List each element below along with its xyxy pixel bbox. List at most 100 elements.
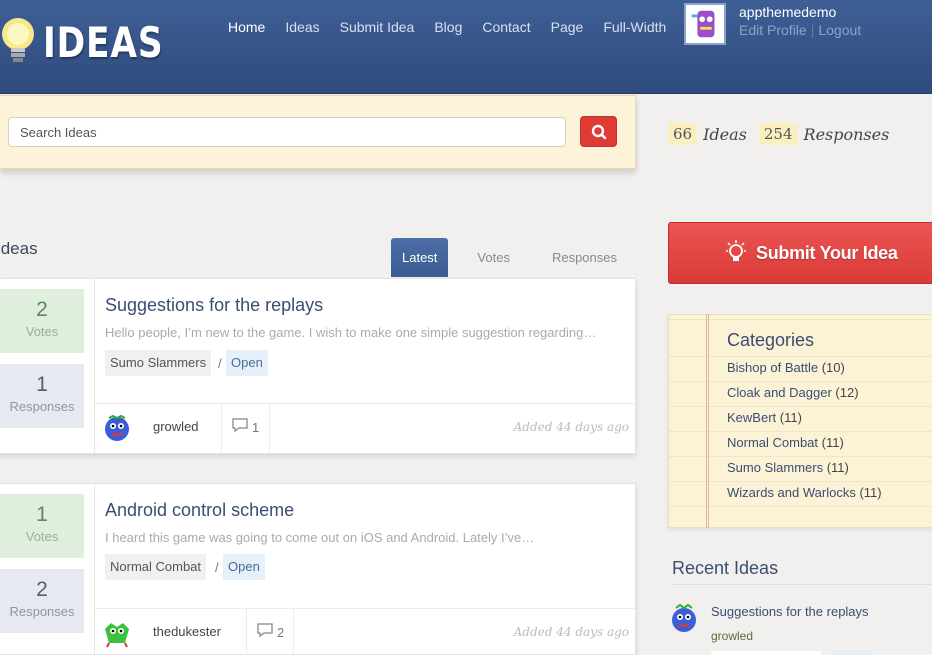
idea-title[interactable]: Android control scheme xyxy=(105,500,294,521)
idea-card: 1 Votes 2 Responses Android control sche… xyxy=(0,483,636,655)
category-count: (10) xyxy=(821,360,845,375)
idea-excerpt: I heard this game was going to come out … xyxy=(105,530,535,545)
category-item[interactable]: Normal Combat (11) xyxy=(727,435,882,460)
idea-footer: growled 1 Added 44 days ago xyxy=(95,403,635,453)
vote-count: 2 xyxy=(36,298,48,321)
category-item[interactable]: Cloak and Dagger (12) xyxy=(727,385,882,410)
username[interactable]: appthemedemo xyxy=(739,4,836,20)
added-date: Added 44 days ago xyxy=(513,420,629,434)
response-label: Responses xyxy=(9,604,75,619)
vote-label: Votes xyxy=(25,529,59,544)
category-count: (11) xyxy=(859,485,882,500)
search-icon xyxy=(591,124,607,140)
search-input[interactable] xyxy=(8,117,566,147)
site-logo[interactable]: IDEAS xyxy=(43,18,163,67)
footer-divider xyxy=(221,404,222,453)
response-label: Responses xyxy=(9,399,75,414)
categories-list: Bishop of Battle (10) Cloak and Dagger (… xyxy=(727,360,882,510)
search-button[interactable] xyxy=(580,116,617,147)
tag-separator: / xyxy=(215,560,219,575)
nav-home[interactable]: Home xyxy=(228,18,265,36)
nav-submit-idea[interactable]: Submit Idea xyxy=(340,18,415,36)
category-tag[interactable]: Sumo Slammers xyxy=(105,350,212,376)
nav-page[interactable]: Page xyxy=(551,18,584,36)
nav-blog[interactable]: Blog xyxy=(434,18,462,36)
submit-idea-label[interactable]: Submit Your Idea xyxy=(756,243,898,264)
vote-count: 1 xyxy=(36,503,48,526)
comment-count[interactable]: 1 xyxy=(252,420,259,435)
idea-card: 2 Votes 1 Responses Suggestions for the … xyxy=(0,278,636,454)
edit-profile-link[interactable]: Edit Profile xyxy=(739,22,807,38)
comment-icon xyxy=(257,623,273,638)
ideas-count-label: Ideas xyxy=(703,124,747,144)
response-count: 1 xyxy=(36,373,48,396)
idea-title[interactable]: Suggestions for the replays xyxy=(105,295,323,316)
recent-idea-author[interactable]: growled xyxy=(711,629,753,643)
site-stats: 66 Ideas 254 Responses xyxy=(668,123,901,145)
link-separator: | xyxy=(810,22,815,38)
search-bar xyxy=(0,95,636,169)
main-nav: Home Ideas Submit Idea Blog Contact Page… xyxy=(228,18,686,36)
status-tag[interactable]: Open xyxy=(223,554,265,580)
category-count: (12) xyxy=(835,385,859,400)
responses-count: 254 xyxy=(758,123,798,145)
category-name[interactable]: Normal Combat xyxy=(727,435,818,450)
vote-box[interactable]: 1 Votes xyxy=(0,494,84,558)
recent-author-avatar[interactable] xyxy=(668,601,700,635)
categories-title: Categories xyxy=(727,330,815,350)
response-box: 1 Responses xyxy=(0,364,84,428)
status-tag[interactable]: Open xyxy=(226,350,268,376)
tab-latest[interactable]: Latest xyxy=(391,238,449,277)
user-avatar[interactable] xyxy=(684,3,726,45)
category-item[interactable]: Sumo Slammers (11) xyxy=(727,460,882,485)
tag-separator: / xyxy=(218,356,222,371)
response-count: 2 xyxy=(36,578,48,601)
category-name[interactable]: Cloak and Dagger xyxy=(727,385,832,400)
category-name[interactable]: Sumo Slammers xyxy=(727,460,823,475)
author-avatar[interactable] xyxy=(101,412,133,444)
notepad-margin-line xyxy=(706,314,709,528)
idea-footer: thedukester 2 Added 44 days ago xyxy=(95,608,635,655)
footer-divider xyxy=(269,404,270,453)
tab-votes[interactable]: Votes xyxy=(462,238,525,277)
category-item[interactable]: KewBert (11) xyxy=(727,410,882,435)
recent-divider xyxy=(672,584,932,585)
recent-tag-stub xyxy=(711,651,821,655)
author-name[interactable]: growled xyxy=(153,419,199,434)
author-name[interactable]: thedukester xyxy=(153,624,221,639)
category-item[interactable]: Bishop of Battle (10) xyxy=(727,360,882,385)
category-name[interactable]: KewBert xyxy=(727,410,776,425)
vote-label: Votes xyxy=(25,324,59,339)
lightbulb-icon xyxy=(726,240,746,261)
user-links: Edit Profile | Logout xyxy=(739,22,861,38)
footer-divider xyxy=(293,609,294,655)
category-count: (11) xyxy=(779,410,802,425)
page-title: Ideas xyxy=(0,239,38,258)
nav-contact[interactable]: Contact xyxy=(482,18,530,36)
category-count: (11) xyxy=(826,460,849,475)
category-name[interactable]: Wizards and Warlocks xyxy=(727,485,856,500)
footer-divider xyxy=(246,609,247,655)
comment-count[interactable]: 2 xyxy=(277,625,284,640)
responses-count-label: Responses xyxy=(803,124,890,144)
nav-ideas[interactable]: Ideas xyxy=(285,18,319,36)
sort-tabs: Latest Votes Responses xyxy=(391,238,632,277)
nav-full-width[interactable]: Full-Width xyxy=(603,18,666,36)
recent-status-stub xyxy=(832,651,874,655)
tab-responses[interactable]: Responses xyxy=(537,238,632,277)
response-box: 2 Responses xyxy=(0,569,84,633)
added-date: Added 44 days ago xyxy=(513,625,629,639)
author-avatar[interactable] xyxy=(101,617,133,649)
site-header: IDEAS Home Ideas Submit Idea Blog Contac… xyxy=(0,0,932,94)
lightbulb-logo-icon xyxy=(2,18,34,62)
vote-box[interactable]: 2 Votes xyxy=(0,289,84,353)
category-count: (11) xyxy=(821,435,844,450)
logout-link[interactable]: Logout xyxy=(818,22,861,38)
recent-idea-title[interactable]: Suggestions for the replays xyxy=(711,604,869,619)
category-tag[interactable]: Normal Combat xyxy=(105,554,207,580)
category-item[interactable]: Wizards and Warlocks (11) xyxy=(727,485,882,510)
recent-ideas-title: Recent Ideas xyxy=(672,558,779,578)
category-name[interactable]: Bishop of Battle xyxy=(727,360,818,375)
ideas-count: 66 xyxy=(668,123,698,145)
idea-excerpt: Hello people, I’m new to the game. I wis… xyxy=(105,325,597,340)
